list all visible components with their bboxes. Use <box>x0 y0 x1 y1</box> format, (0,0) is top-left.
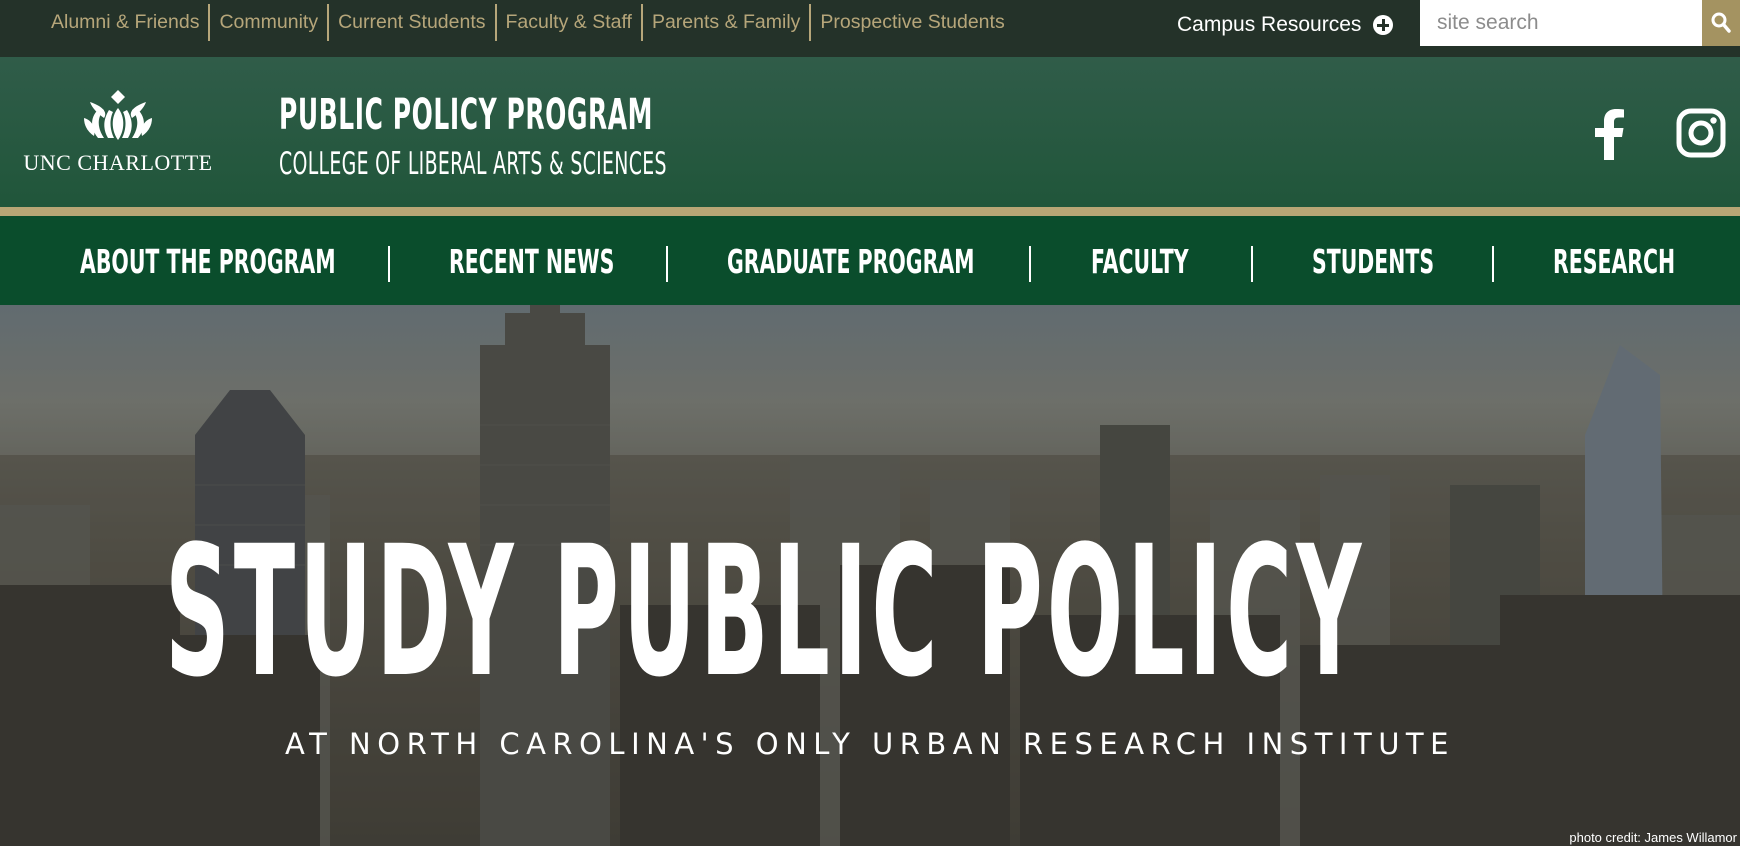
nav-item-label: ABOUT THE PROGRAM <box>80 242 336 281</box>
nav-item-label: GRADUATE PROGRAM <box>727 242 975 281</box>
facebook-icon <box>1595 109 1624 160</box>
site-search-input[interactable] <box>1420 0 1702 46</box>
site-header <box>0 57 1740 207</box>
audience-link-parents-family[interactable]: Parents & Family <box>643 4 812 41</box>
audience-link-current-students[interactable]: Current Students <box>329 4 497 41</box>
nav-item-graduate-program[interactable]: GRADUATE PROGRAM <box>727 244 1126 280</box>
nav-item-label: STUDENTS <box>1312 242 1435 281</box>
nav-item-label: RESEARCH <box>1553 242 1676 281</box>
program-title[interactable]: PUBLIC POLICY PROGRAM <box>279 90 653 140</box>
nav-item-label: RECENT NEWS <box>449 242 615 281</box>
audience-link-community[interactable]: Community <box>210 4 330 41</box>
main-nav: ABOUT THE PROGRAM RECENT NEWS GRADUATE P… <box>0 216 1740 305</box>
campus-resources-toggle[interactable]: Campus Resources <box>1177 10 1394 40</box>
facebook-link[interactable] <box>1592 108 1626 165</box>
crown-logo-icon <box>84 90 152 140</box>
gold-divider <box>0 207 1740 216</box>
audience-link-prospective-students[interactable]: Prospective Students <box>811 4 1013 41</box>
search-icon <box>1711 12 1731 33</box>
nav-item-label: FACULTY <box>1091 242 1189 281</box>
nav-item-students[interactable]: STUDENTS <box>1312 244 1509 280</box>
nav-item-research[interactable]: RESEARCH <box>1553 244 1740 280</box>
unc-charlotte-logo[interactable]: UNC CHARLOTTE <box>18 88 218 178</box>
audience-link-alumni-friends[interactable]: Alumni & Friends <box>42 4 211 41</box>
nav-item-about-the-program[interactable]: ABOUT THE PROGRAM <box>80 244 492 280</box>
instagram-icon <box>1676 108 1726 158</box>
hero-subheadline: AT NORTH CAROLINA'S ONLY URBAN RESEARCH … <box>285 727 1455 761</box>
nav-divider <box>1251 246 1253 282</box>
photo-credit: photo credit: James Willamor <box>1569 830 1737 845</box>
plus-circle-icon <box>1373 15 1394 35</box>
utility-bar: Alumni & Friends Community Current Stude… <box>0 0 1740 57</box>
logo-wordmark: UNC CHARLOTTE <box>23 150 213 175</box>
nav-item-faculty[interactable]: FACULTY <box>1091 244 1248 280</box>
nav-divider <box>666 246 668 282</box>
nav-divider <box>388 246 390 282</box>
nav-divider <box>1492 246 1494 282</box>
campus-resources-label: Campus Resources <box>1177 13 1362 36</box>
audience-nav: Alumni & Friends Community Current Stude… <box>42 4 1014 41</box>
hero-banner: STUDY PUBLIC POLICY AT NORTH CAROLINA'S … <box>0 305 1740 846</box>
search-button[interactable] <box>1702 0 1740 46</box>
instagram-link[interactable] <box>1676 108 1726 163</box>
nav-item-recent-news[interactable]: RECENT NEWS <box>449 244 716 280</box>
audience-link-faculty-staff[interactable]: Faculty & Staff <box>497 4 643 41</box>
college-subtitle[interactable]: COLLEGE OF LIBERAL ARTS & SCIENCES <box>279 146 667 182</box>
nav-divider <box>1029 246 1031 282</box>
hero-headline: STUDY PUBLIC POLICY <box>165 508 1366 717</box>
